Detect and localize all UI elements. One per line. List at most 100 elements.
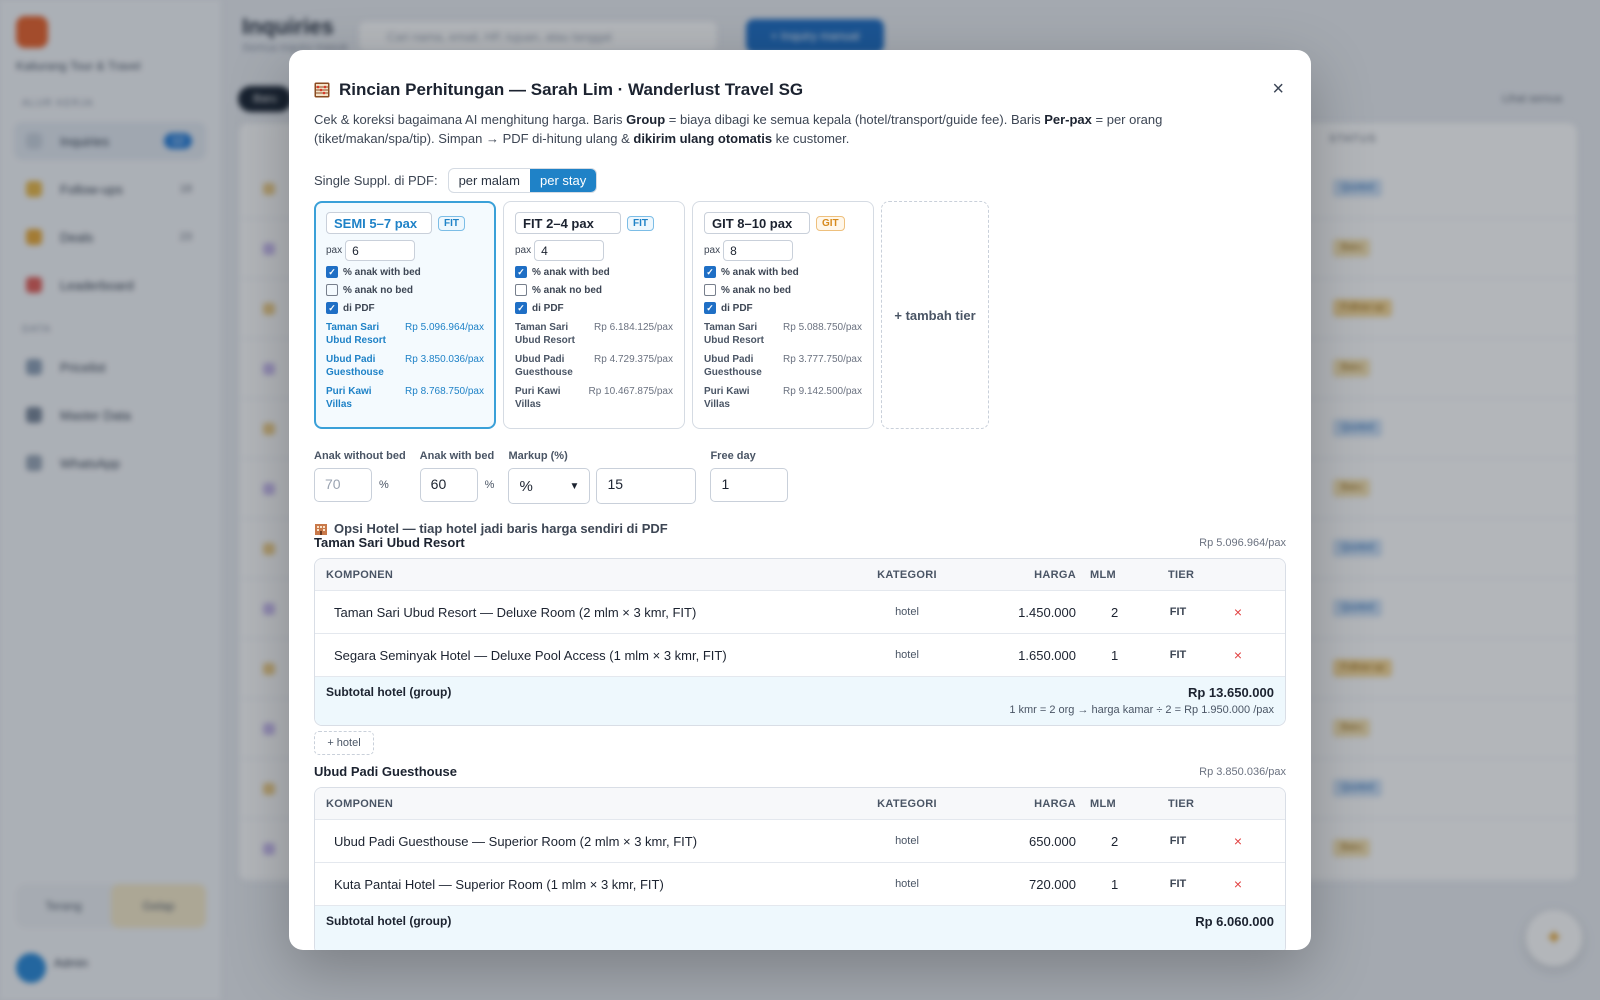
- free-day-field: Free day 1: [710, 450, 789, 502]
- checkbox-checked-icon[interactable]: ✓: [326, 266, 338, 278]
- harga-cell[interactable]: 650.000: [939, 834, 1084, 849]
- mlm-cell[interactable]: 1: [1084, 877, 1138, 892]
- tier-hotel-value: Rp 3.850.036/pax: [405, 354, 484, 365]
- abacus-icon: [314, 82, 330, 98]
- pax-label: pax: [326, 245, 343, 256]
- tier-hotel-price: Taman Sari Ubud Resort Rp 6.184.125/pax: [515, 321, 673, 347]
- tier-hotel-value: Rp 6.184.125/pax: [594, 322, 673, 333]
- checkbox-empty-icon[interactable]: [704, 284, 716, 296]
- subtotal-value: Rp 6.060.000: [1195, 914, 1274, 929]
- delete-row-icon[interactable]: ×: [1208, 604, 1266, 620]
- tier-hotel-value: Rp 9.142.500/pax: [783, 386, 862, 397]
- add-hotel-button[interactable]: + hotel: [314, 731, 374, 755]
- anak-with-bed-input[interactable]: 60: [419, 468, 478, 502]
- tier-checkbox[interactable]: ✓ di PDF: [326, 301, 484, 315]
- markup-type-select[interactable]: % ▼: [508, 468, 591, 504]
- tier-cell[interactable]: FIT: [1138, 878, 1208, 890]
- anak-without-bed-field: Anak without bed 70 %: [314, 450, 406, 502]
- hotel-group-per-pax: Rp 3.850.036/pax: [1199, 765, 1286, 778]
- tier-hotel-name: Puri Kawi Villas: [704, 386, 750, 410]
- desc-bold: Group: [626, 112, 666, 127]
- harga-cell[interactable]: 720.000: [939, 877, 1084, 892]
- tier-checkbox[interactable]: % anak no bed: [326, 283, 484, 297]
- checkbox-label: % anak no bed: [721, 284, 792, 296]
- tier-checkbox[interactable]: ✓ % anak with bed: [704, 265, 862, 279]
- add-tier-button[interactable]: + tambah tier: [881, 201, 989, 429]
- hotel-options-heading: Opsi Hotel — tiap hotel jadi baris harga…: [314, 521, 668, 536]
- komponen-cell[interactable]: Taman Sari Ubud Resort — Deluxe Room (2 …: [315, 605, 875, 620]
- tier-hotel-name: Taman Sari Ubud Resort: [515, 322, 575, 346]
- tier-header: GIT 8–10 pax GIT: [704, 212, 862, 234]
- free-day-input[interactable]: 1: [710, 468, 789, 502]
- hotel-group-name: Ubud Padi Guesthouse: [314, 764, 458, 779]
- kategori-cell[interactable]: hotel: [875, 835, 939, 847]
- tier-checkbox[interactable]: ✓ di PDF: [704, 301, 862, 315]
- checkbox-checked-icon[interactable]: ✓: [704, 266, 716, 278]
- table-row: Segara Seminyak Hotel — Deluxe Pool Acce…: [315, 634, 1285, 677]
- komponen-cell[interactable]: Ubud Padi Guesthouse — Superior Room (2 …: [315, 834, 875, 849]
- column-header: HARGA: [1034, 797, 1076, 810]
- harga-cell[interactable]: 1.450.000: [939, 605, 1084, 620]
- tier-name-input[interactable]: SEMI 5–7 pax: [326, 212, 432, 234]
- tier-hotel-name: Puri Kawi Villas: [515, 386, 561, 410]
- kategori-cell[interactable]: hotel: [875, 649, 939, 661]
- tier-hotel-price: Puri Kawi Villas Rp 9.142.500/pax: [704, 385, 862, 411]
- field-label: Anak with bed: [419, 450, 495, 462]
- tier-type-badge: FIT: [438, 215, 465, 231]
- kategori-cell[interactable]: hotel: [875, 878, 939, 890]
- option-per-stay[interactable]: per stay: [530, 169, 597, 192]
- tier-hotel-name: Ubud Padi Guesthouse: [515, 354, 573, 378]
- tier-card[interactable]: SEMI 5–7 pax FIT pax 6 ✓ % anak with bed % ana…: [314, 201, 496, 429]
- harga-cell[interactable]: 1.650.000: [939, 648, 1084, 663]
- checkbox-empty-icon[interactable]: [515, 284, 527, 296]
- kategori-cell[interactable]: hotel: [875, 606, 939, 618]
- delete-row-icon[interactable]: ×: [1208, 833, 1266, 849]
- tier-card[interactable]: GIT 8–10 pax GIT pax 8 ✓ % anak with bed % ana…: [692, 201, 874, 429]
- option-per-malam[interactable]: per malam: [449, 169, 530, 192]
- mlm-cell[interactable]: 1: [1084, 648, 1138, 663]
- pax-input[interactable]: 4: [534, 240, 605, 261]
- mlm-cell[interactable]: 2: [1084, 605, 1138, 620]
- pricing-options: Anak without bed 70 % Anak with bed 60 %…: [314, 450, 802, 504]
- checkbox-empty-icon[interactable]: [326, 284, 338, 296]
- tier-checkbox[interactable]: % anak no bed: [515, 283, 673, 297]
- komponen-cell[interactable]: Kuta Pantai Hotel — Superior Room (1 mlm…: [315, 877, 875, 892]
- tier-card[interactable]: FIT 2–4 pax FIT pax 4 ✓ % anak with bed % anak…: [503, 201, 685, 429]
- markup-field: Markup (%) % ▼ 15: [508, 450, 697, 504]
- markup-value-input[interactable]: 15: [596, 468, 697, 504]
- tier-header: SEMI 5–7 pax FIT: [326, 212, 484, 234]
- tier-checkbox[interactable]: ✓ % anak with bed: [515, 265, 673, 279]
- tier-cell[interactable]: FIT: [1138, 835, 1208, 847]
- delete-row-icon[interactable]: ×: [1208, 647, 1266, 663]
- tier-cell[interactable]: FIT: [1138, 606, 1208, 618]
- table-row: Ubud Padi Guesthouse — Superior Room (2 …: [315, 820, 1285, 863]
- tier-checkbox[interactable]: ✓ di PDF: [515, 301, 673, 315]
- checkbox-checked-icon[interactable]: ✓: [326, 302, 338, 314]
- tier-name-input[interactable]: GIT 8–10 pax: [704, 212, 810, 234]
- anak-without-bed-input[interactable]: 70: [314, 468, 372, 502]
- checkbox-label: % anak with bed: [532, 266, 610, 278]
- checkbox-label: % anak with bed: [721, 266, 799, 278]
- pax-input[interactable]: 8: [723, 240, 794, 261]
- tier-hotel-price: Ubud Padi Guesthouse Rp 3.777.750/pax: [704, 353, 862, 379]
- delete-row-icon[interactable]: ×: [1208, 876, 1266, 892]
- field-label: Markup (%): [508, 450, 568, 462]
- checkbox-checked-icon[interactable]: ✓: [704, 302, 716, 314]
- tier-checkbox[interactable]: ✓ % anak with bed: [326, 265, 484, 279]
- tier-type-badge: GIT: [816, 215, 845, 231]
- tier-cell[interactable]: FIT: [1138, 649, 1208, 661]
- single-suppl-toggle[interactable]: per malam per stay: [447, 168, 598, 193]
- pax-label: pax: [515, 245, 532, 256]
- komponen-cell[interactable]: Segara Seminyak Hotel — Deluxe Pool Acce…: [315, 648, 875, 663]
- pax-input[interactable]: 6: [345, 240, 416, 261]
- mlm-cell[interactable]: 2: [1084, 834, 1138, 849]
- anak-with-bed-field: Anak with bed 60 %: [419, 450, 495, 502]
- tier-checkbox[interactable]: % anak no bed: [704, 283, 862, 297]
- modal-title: Rincian Perhitungan — Sarah Lim · Wander…: [314, 80, 803, 100]
- checkbox-checked-icon[interactable]: ✓: [515, 266, 527, 278]
- table-row: Kuta Pantai Hotel — Superior Room (1 mlm…: [315, 863, 1285, 906]
- tier-name-input[interactable]: FIT 2–4 pax: [515, 212, 621, 234]
- close-icon[interactable]: ×: [1272, 78, 1284, 101]
- subtotal-label: Subtotal hotel (group): [326, 914, 452, 928]
- checkbox-checked-icon[interactable]: ✓: [515, 302, 527, 314]
